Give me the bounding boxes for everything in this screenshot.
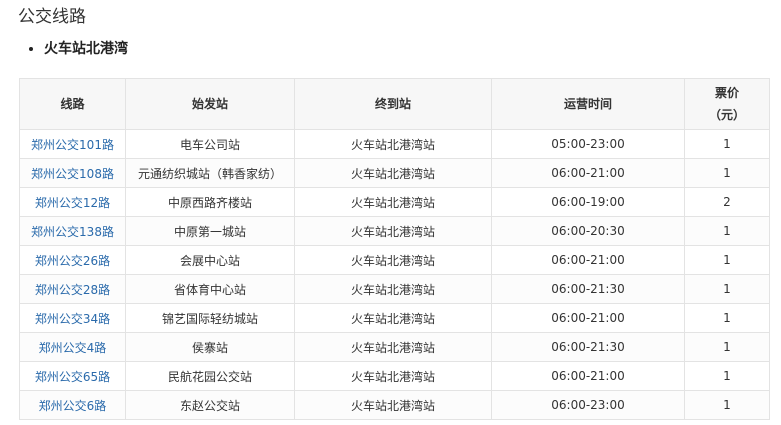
table-row: 郑州公交65路 民航花园公交站 火车站北港湾站 06:00-21:00 1	[19, 361, 770, 391]
header-row: 线路 始发站 终到站 运营时间 票价 （元）	[19, 78, 770, 130]
route-link[interactable]: 郑州公交4路	[39, 341, 107, 355]
cell-start-station: 元通纺织城站（韩香家纺）	[125, 158, 295, 188]
cell-start-station: 省体育中心站	[125, 274, 295, 304]
cell-end-station: 火车站北港湾站	[294, 332, 492, 362]
cell-line: 郑州公交108路	[19, 158, 126, 188]
cell-line: 郑州公交34路	[19, 303, 126, 333]
header-start-station: 始发站	[125, 78, 295, 130]
table-row: 郑州公交4路 侯寨站 火车站北港湾站 06:00-21:30 1	[19, 332, 770, 362]
cell-end-station: 火车站北港湾站	[294, 158, 492, 188]
section-title: 公交线路	[18, 7, 86, 27]
stop-list: 火车站北港湾	[30, 38, 128, 60]
cell-line: 郑州公交65路	[19, 361, 126, 391]
table-row: 郑州公交101路 电车公司站 火车站北港湾站 05:00-23:00 1	[19, 129, 770, 159]
route-link[interactable]: 郑州公交65路	[35, 370, 110, 384]
table-row: 郑州公交6路 东赵公交站 火车站北港湾站 06:00-23:00 1	[19, 390, 770, 420]
cell-start-station: 东赵公交站	[125, 390, 295, 420]
cell-fare: 1	[684, 361, 770, 391]
cell-start-station: 中原西路齐楼站	[125, 187, 295, 217]
table-row: 郑州公交12路 中原西路齐楼站 火车站北港湾站 06:00-19:00 2	[19, 187, 770, 217]
cell-fare: 1	[684, 129, 770, 159]
cell-start-station: 电车公司站	[125, 129, 295, 159]
cell-fare: 1	[684, 216, 770, 246]
cell-end-station: 火车站北港湾站	[294, 303, 492, 333]
header-fare-label: 票价	[714, 86, 739, 100]
cell-operating-time: 06:00-21:00	[491, 245, 685, 275]
cell-operating-time: 06:00-21:30	[491, 332, 685, 362]
route-link[interactable]: 郑州公交101路	[31, 138, 114, 152]
cell-fare: 1	[684, 158, 770, 188]
header-fare-unit: （元）	[708, 108, 745, 122]
cell-start-station: 侯寨站	[125, 332, 295, 362]
route-link[interactable]: 郑州公交108路	[31, 167, 114, 181]
cell-line: 郑州公交6路	[19, 390, 126, 420]
table-row: 郑州公交26路 会展中心站 火车站北港湾站 06:00-21:00 1	[19, 245, 770, 275]
route-link[interactable]: 郑州公交138路	[31, 225, 114, 239]
cell-end-station: 火车站北港湾站	[294, 274, 492, 304]
cell-end-station: 火车站北港湾站	[294, 245, 492, 275]
cell-fare: 1	[684, 245, 770, 275]
cell-line: 郑州公交26路	[19, 245, 126, 275]
cell-fare: 1	[684, 390, 770, 420]
route-table: 线路 始发站 终到站 运营时间 票价 （元） 郑州公交101路 电车公司站 火车…	[19, 78, 770, 420]
cell-fare: 1	[684, 274, 770, 304]
table-header: 线路 始发站 终到站 运营时间 票价 （元）	[19, 78, 770, 130]
cell-end-station: 火车站北港湾站	[294, 390, 492, 420]
cell-operating-time: 06:00-21:00	[491, 303, 685, 333]
cell-line: 郑州公交28路	[19, 274, 126, 304]
cell-start-station: 锦艺国际轻纺城站	[125, 303, 295, 333]
route-link[interactable]: 郑州公交34路	[35, 312, 110, 326]
header-end-station: 终到站	[294, 78, 492, 130]
cell-operating-time: 06:00-21:00	[491, 361, 685, 391]
table-row: 郑州公交28路 省体育中心站 火车站北港湾站 06:00-21:30 1	[19, 274, 770, 304]
cell-operating-time: 06:00-21:00	[491, 158, 685, 188]
cell-fare: 1	[684, 303, 770, 333]
cell-line: 郑州公交101路	[19, 129, 126, 159]
route-link[interactable]: 郑州公交6路	[39, 399, 107, 413]
table-body: 郑州公交101路 电车公司站 火车站北港湾站 05:00-23:00 1 郑州公…	[19, 129, 770, 420]
table-row: 郑州公交108路 元通纺织城站（韩香家纺） 火车站北港湾站 06:00-21:0…	[19, 158, 770, 188]
cell-end-station: 火车站北港湾站	[294, 216, 492, 246]
cell-operating-time: 06:00-19:00	[491, 187, 685, 217]
cell-start-station: 民航花园公交站	[125, 361, 295, 391]
cell-start-station: 中原第一城站	[125, 216, 295, 246]
route-link[interactable]: 郑州公交26路	[35, 254, 110, 268]
header-line: 线路	[19, 78, 126, 130]
table-row: 郑州公交138路 中原第一城站 火车站北港湾站 06:00-20:30 1	[19, 216, 770, 246]
cell-line: 郑州公交12路	[19, 187, 126, 217]
cell-start-station: 会展中心站	[125, 245, 295, 275]
header-fare: 票价 （元）	[684, 78, 770, 130]
cell-fare: 2	[684, 187, 770, 217]
cell-end-station: 火车站北港湾站	[294, 361, 492, 391]
cell-operating-time: 06:00-20:30	[491, 216, 685, 246]
cell-end-station: 火车站北港湾站	[294, 187, 492, 217]
stop-list-item: 火车站北港湾	[44, 38, 128, 60]
cell-line: 郑州公交138路	[19, 216, 126, 246]
header-operating-time: 运营时间	[491, 78, 685, 130]
cell-operating-time: 06:00-21:30	[491, 274, 685, 304]
route-link[interactable]: 郑州公交28路	[35, 283, 110, 297]
cell-end-station: 火车站北港湾站	[294, 129, 492, 159]
cell-line: 郑州公交4路	[19, 332, 126, 362]
route-link[interactable]: 郑州公交12路	[35, 196, 110, 210]
cell-fare: 1	[684, 332, 770, 362]
cell-operating-time: 05:00-23:00	[491, 129, 685, 159]
cell-operating-time: 06:00-23:00	[491, 390, 685, 420]
table-row: 郑州公交34路 锦艺国际轻纺城站 火车站北港湾站 06:00-21:00 1	[19, 303, 770, 333]
